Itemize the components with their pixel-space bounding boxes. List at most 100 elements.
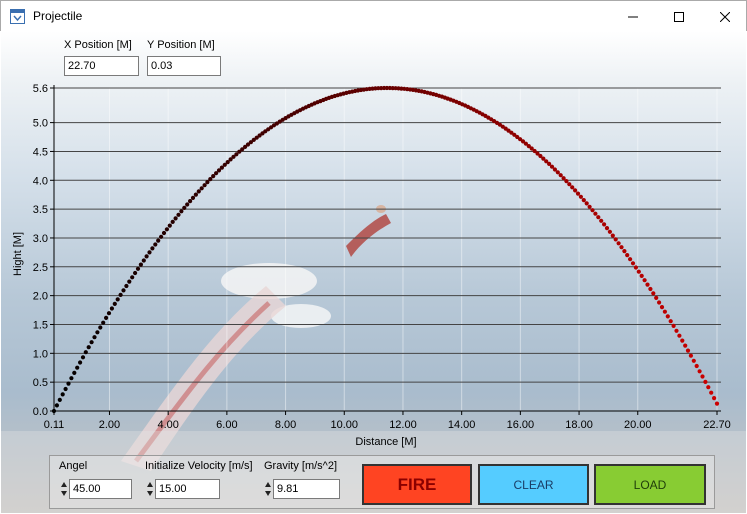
trajectory-point bbox=[57, 397, 62, 402]
trajectory-point bbox=[75, 365, 80, 370]
trajectory-point bbox=[714, 401, 720, 406]
x-tick-label: 12.00 bbox=[389, 419, 417, 431]
trajectory-point bbox=[703, 379, 708, 384]
spinner-arrows-icon[interactable] bbox=[59, 479, 69, 499]
trajectory-point bbox=[622, 249, 627, 254]
trajectory-point bbox=[202, 183, 207, 188]
trajectory-point bbox=[677, 333, 682, 338]
trajectory-point bbox=[101, 320, 106, 325]
x-tick-label: 10.00 bbox=[330, 419, 358, 431]
y-tick-label: 5.6 bbox=[33, 83, 48, 95]
spinner-arrows-icon[interactable] bbox=[263, 479, 273, 499]
trajectory-point bbox=[124, 283, 129, 289]
trajectory-point bbox=[680, 338, 685, 343]
trajectory-point bbox=[179, 209, 184, 214]
y-tick-label: 2.0 bbox=[33, 291, 48, 303]
trajectory-point bbox=[642, 278, 647, 283]
trajectory-point bbox=[599, 218, 604, 223]
velocity-label: Initialize Velocity [m/s] bbox=[145, 460, 253, 472]
angle-input[interactable] bbox=[69, 479, 132, 499]
trajectory-point bbox=[161, 230, 167, 236]
trajectory-point bbox=[604, 226, 610, 231]
velocity-spinner[interactable] bbox=[145, 479, 220, 499]
trajectory-point bbox=[665, 314, 670, 319]
trajectory-point bbox=[668, 319, 673, 324]
y-tick-label: 1.5 bbox=[33, 319, 48, 331]
trajectory-point bbox=[662, 309, 668, 314]
trajectory-point bbox=[651, 291, 656, 296]
trajectory-point bbox=[167, 223, 172, 228]
x-tick-label: 14.00 bbox=[448, 419, 476, 431]
trajectory-point bbox=[619, 245, 624, 250]
angle-spinner[interactable] bbox=[59, 479, 132, 499]
gravity-spinner[interactable] bbox=[263, 479, 340, 499]
trajectory-point bbox=[573, 188, 578, 193]
trajectory-point bbox=[671, 323, 676, 328]
trajectory-point bbox=[628, 257, 633, 262]
y-tick-label: 4.5 bbox=[33, 146, 48, 158]
trajectory-point bbox=[700, 374, 705, 379]
trajectory-point bbox=[633, 265, 639, 270]
trajectory-point bbox=[607, 229, 613, 234]
trajectory-point bbox=[60, 392, 65, 397]
trajectory-point bbox=[89, 340, 94, 345]
y-axis-label: Hight [M] bbox=[12, 232, 24, 276]
y-tick-label: 2.5 bbox=[33, 262, 48, 274]
trajectory-point bbox=[648, 286, 653, 292]
y-tick-label: 3.5 bbox=[33, 204, 48, 216]
trajectory-point bbox=[182, 205, 187, 210]
trajectory-point bbox=[712, 396, 717, 401]
trajectory-point bbox=[63, 386, 68, 392]
trajectory-point bbox=[98, 325, 103, 330]
trajectory-point bbox=[141, 258, 146, 263]
trajectory-point bbox=[691, 358, 696, 363]
trajectory-point bbox=[144, 254, 149, 259]
title-bar: Projectile bbox=[0, 0, 747, 31]
maximize-button[interactable] bbox=[656, 1, 702, 32]
trajectory-point bbox=[657, 300, 662, 305]
trajectory-point bbox=[694, 363, 699, 369]
trajectory-point bbox=[176, 212, 181, 217]
trajectory-point bbox=[135, 266, 141, 271]
y-tick-label: 5.0 bbox=[33, 118, 48, 130]
trajectory-point bbox=[92, 335, 97, 340]
trajectory-point bbox=[685, 348, 691, 353]
trajectory-point bbox=[610, 233, 615, 238]
fire-button[interactable]: FIRE bbox=[362, 464, 472, 505]
trajectory-point bbox=[86, 345, 91, 350]
trajectory-point bbox=[196, 189, 201, 194]
trajectory-point bbox=[567, 182, 572, 187]
trajectory-point bbox=[639, 273, 644, 278]
trajectory-point bbox=[156, 238, 161, 243]
x-tick-label: 8.00 bbox=[275, 419, 296, 431]
trajectory-point bbox=[51, 408, 57, 414]
gravity-input[interactable] bbox=[273, 479, 340, 499]
clear-button[interactable]: CLEAR bbox=[478, 464, 589, 505]
x-tick-label: 20.00 bbox=[624, 419, 652, 431]
trajectory-chart: 0.11 2.00 4.00 6.00 8.00 10.00 12.00 14.00 16.00… bbox=[12, 83, 731, 448]
trajectory-point bbox=[78, 360, 83, 365]
trajectory-point bbox=[164, 227, 169, 232]
client-area: X Position [M] Y Position [M] 0.112.004.… bbox=[1, 31, 746, 513]
minimize-button[interactable] bbox=[610, 1, 656, 32]
trajectory-point bbox=[630, 261, 636, 266]
trajectory-point bbox=[190, 195, 196, 200]
trajectory-point bbox=[130, 275, 135, 280]
trajectory-point bbox=[121, 288, 126, 293]
trajectory-point bbox=[593, 211, 598, 216]
trajectory-point bbox=[683, 343, 688, 348]
trajectory-point bbox=[159, 234, 164, 239]
velocity-input[interactable] bbox=[155, 479, 220, 499]
close-button[interactable] bbox=[702, 1, 747, 32]
y-tick-label: 0.0 bbox=[33, 406, 48, 418]
x-tick-label: 16.00 bbox=[507, 419, 535, 431]
y-tick-label: 4.0 bbox=[33, 175, 48, 187]
maximize-icon bbox=[674, 11, 684, 22]
trajectory-point bbox=[72, 370, 77, 375]
trajectory-point bbox=[80, 355, 86, 360]
y-tick-label: 1.0 bbox=[33, 348, 48, 360]
window-title: Projectile bbox=[33, 9, 83, 23]
trajectory-point bbox=[83, 350, 88, 355]
spinner-arrows-icon[interactable] bbox=[145, 479, 155, 499]
load-button[interactable]: LOAD bbox=[594, 464, 706, 505]
